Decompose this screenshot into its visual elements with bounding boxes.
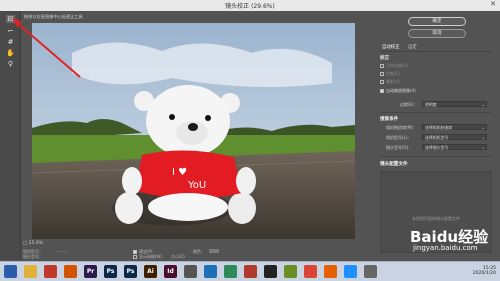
edge-row: 边缘(E)： 透明度 ⌄ bbox=[380, 101, 492, 108]
cancel-button[interactable]: 取消 bbox=[408, 29, 466, 38]
correction-title: 校正 bbox=[380, 56, 390, 61]
color-label: 颜色： bbox=[193, 249, 205, 254]
svg-text:I ♥: I ♥ bbox=[172, 167, 187, 178]
app-icon[interactable] bbox=[64, 265, 77, 278]
tab-bar: 自动校正 自定 bbox=[380, 44, 492, 52]
taskbar: Pr Ps Ps Ai Id 15:25 2020/1/20 bbox=[0, 261, 500, 281]
tab-auto-correction[interactable]: 自动校正 bbox=[382, 44, 400, 50]
close-icon[interactable]: ✕ bbox=[490, 0, 496, 8]
lens-profile-title: 镜头配置文件 bbox=[380, 162, 408, 167]
divider bbox=[380, 156, 492, 157]
watermark: Baidu经验 jingyan.baidu.com bbox=[410, 226, 500, 260]
status-area: □ 25.9% 相机型号： 镜头型号： -- ---- 预览(P) 显示网格(W… bbox=[21, 240, 361, 260]
app-icon[interactable] bbox=[364, 265, 377, 278]
tab-custom[interactable]: 自定 bbox=[408, 44, 417, 50]
grid-checkbox[interactable]: 显示网格(W) bbox=[133, 254, 162, 260]
camera-model-row: 相机型号(L)： 选择相机型号 ⌄ bbox=[380, 134, 492, 141]
color-swatch[interactable] bbox=[209, 249, 219, 253]
annotation-arrow bbox=[12, 18, 81, 78]
divider bbox=[380, 112, 492, 113]
app-icon[interactable] bbox=[284, 265, 297, 278]
search-criteria-section: 搜索条件 bbox=[380, 116, 492, 122]
lens-profile-empty: 未找到匹配的镜头配置文件 bbox=[412, 216, 460, 221]
media-icon[interactable] bbox=[204, 265, 217, 278]
lens-model-label: 镜头型号(O)： bbox=[386, 145, 413, 150]
app-icon[interactable] bbox=[224, 265, 237, 278]
chevron-down-icon: ⌄ bbox=[481, 125, 485, 130]
camera-make-select[interactable]: 选择相机制造商 ⌄ bbox=[422, 124, 487, 130]
folder-icon[interactable] bbox=[24, 265, 37, 278]
photoshop-icon[interactable]: Ps bbox=[104, 265, 117, 278]
chevron-down-icon: ⌄ bbox=[481, 102, 485, 107]
edge-select[interactable]: 透明度 ⌄ bbox=[422, 101, 487, 107]
firefox-icon[interactable] bbox=[324, 265, 337, 278]
auto-scale-checkbox[interactable]: 自动缩放图像(A) bbox=[380, 88, 492, 94]
start-icon[interactable] bbox=[4, 265, 17, 278]
lens-model-info: 镜头型号： bbox=[23, 254, 43, 259]
camera-model-label: 相机型号(L)： bbox=[386, 135, 412, 140]
qq-icon[interactable] bbox=[264, 265, 277, 278]
camera-model-select[interactable]: 选择相机型号 ⌄ bbox=[422, 134, 487, 140]
chevron-down-icon: ⌄ bbox=[481, 135, 485, 140]
app-icon[interactable] bbox=[244, 265, 257, 278]
watermark-url: jingyan.baidu.com bbox=[413, 244, 478, 252]
lens-model-row: 镜头型号(O)： 选择镜头型号 ⌄ bbox=[380, 144, 492, 151]
edge-label: 边缘(E)： bbox=[400, 102, 418, 107]
wps-icon[interactable] bbox=[44, 265, 57, 278]
format-value: -- ---- bbox=[57, 249, 67, 254]
camera-make-row: 相机制造商(M)： 选择相机制造商 ⌄ bbox=[380, 124, 492, 131]
svg-text:YoU: YoU bbox=[187, 180, 206, 191]
vignette-checkbox[interactable]: 晕影(V) bbox=[380, 79, 492, 85]
chromatic-aberration-checkbox[interactable]: 色差(C) bbox=[380, 71, 492, 77]
geometric-distortion-checkbox[interactable]: 几何扭曲(G) bbox=[380, 63, 492, 69]
indesign-icon[interactable]: Id bbox=[164, 265, 177, 278]
chevron-down-icon: ⌄ bbox=[481, 145, 485, 150]
lens-profile-section: 镜头配置文件 bbox=[380, 161, 492, 167]
clock-date: 2020/1/20 bbox=[472, 271, 496, 276]
system-tray-clock[interactable]: 15:25 2020/1/20 bbox=[473, 266, 496, 276]
correction-section: 校正 几何扭曲(G) 色差(C) 晕影(V) 自动缩放图像(A) bbox=[380, 55, 492, 94]
zoom-level[interactable]: □ 25.9% bbox=[23, 241, 43, 246]
app-icon[interactable] bbox=[344, 265, 357, 278]
search-criteria-title: 搜索条件 bbox=[380, 117, 399, 122]
lens-model-select[interactable]: 选择镜头型号 ⌄ bbox=[422, 144, 487, 150]
settings-panel: 确定 取消 自动校正 自定 校正 几何扭曲(G) 色差(C) 晕影(V) 自动缩… bbox=[372, 11, 500, 260]
app-icon[interactable] bbox=[184, 265, 197, 278]
photoshop-icon-2[interactable]: Ps bbox=[124, 265, 137, 278]
grid-size-label: 大小(Z) bbox=[171, 254, 185, 259]
camera-make-label: 相机制造商(M)： bbox=[386, 125, 417, 130]
premiere-icon[interactable]: Pr bbox=[84, 265, 97, 278]
ok-button[interactable]: 确定 bbox=[408, 17, 466, 26]
illustrator-icon[interactable]: Ai bbox=[144, 265, 157, 278]
chrome-icon[interactable] bbox=[304, 265, 317, 278]
